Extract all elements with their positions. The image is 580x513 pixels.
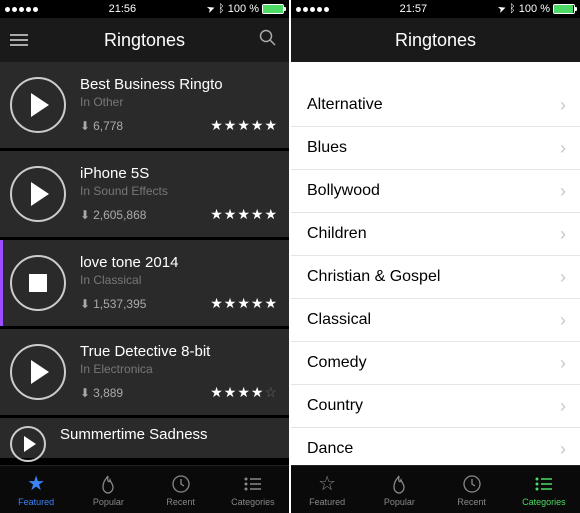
- chevron-right-icon: ›: [560, 310, 566, 331]
- clock-icon: [171, 473, 191, 495]
- tab-recent[interactable]: Recent: [436, 466, 508, 513]
- chevron-right-icon: ›: [560, 353, 566, 374]
- tab-recent[interactable]: Recent: [145, 466, 217, 513]
- status-bar: 21:57 ➤ ᛒ 100 %: [291, 0, 580, 18]
- status-time: 21:57: [400, 3, 428, 15]
- battery-icon: [553, 4, 575, 14]
- ringtone-category: In Classical: [80, 273, 277, 287]
- flame-icon: [99, 473, 117, 495]
- ringtone-list[interactable]: Best Business Ringto In Other ⬇6,778 ★★★…: [0, 62, 289, 465]
- ringtone-item[interactable]: True Detective 8-bit In Electronica ⬇3,8…: [0, 329, 289, 415]
- play-button[interactable]: [10, 426, 46, 462]
- flame-icon: [390, 473, 408, 495]
- list-icon: [243, 473, 263, 495]
- stop-icon: [29, 274, 47, 292]
- list-gap: [291, 62, 580, 84]
- tab-featured[interactable]: ☆ Featured: [291, 466, 363, 513]
- ringtone-item[interactable]: Best Business Ringto In Other ⬇6,778 ★★★…: [0, 62, 289, 148]
- header: Ringtones: [0, 18, 289, 62]
- tab-bar: ★ Featured Popular Recent Categories: [0, 465, 289, 513]
- tab-popular[interactable]: Popular: [363, 466, 435, 513]
- rating-stars: ★★★★☆: [210, 384, 277, 401]
- download-icon: ⬇: [80, 208, 90, 222]
- ringtone-title: True Detective 8-bit: [80, 343, 277, 360]
- ringtone-item[interactable]: iPhone 5S In Sound Effects ⬇2,605,868 ★★…: [0, 151, 289, 237]
- phone-left-featured: 21:56 ➤ ᛒ 100 % Ringtones Best Business …: [0, 0, 289, 513]
- ringtone-title: love tone 2014: [80, 254, 277, 271]
- download-count: ⬇2,605,868: [80, 208, 146, 222]
- play-icon: [24, 436, 36, 452]
- bluetooth-icon: ᛒ: [509, 3, 516, 15]
- download-count: ⬇1,537,395: [80, 297, 146, 311]
- tab-categories[interactable]: Categories: [508, 466, 580, 513]
- category-item[interactable]: Children›: [291, 213, 580, 256]
- category-item[interactable]: Blues›: [291, 127, 580, 170]
- clock-icon: [462, 473, 482, 495]
- ringtone-title: Summertime Sadness: [60, 426, 277, 443]
- status-bar: 21:56 ➤ ᛒ 100 %: [0, 0, 289, 18]
- category-item[interactable]: Christian & Gospel›: [291, 256, 580, 299]
- tab-popular[interactable]: Popular: [72, 466, 144, 513]
- list-icon: [534, 473, 554, 495]
- rating-stars: ★★★★★: [210, 117, 277, 134]
- rating-stars: ★★★★★: [210, 206, 277, 223]
- status-time: 21:56: [109, 3, 137, 15]
- ringtone-title: Best Business Ringto: [80, 76, 277, 93]
- chevron-right-icon: ›: [560, 224, 566, 245]
- ringtone-category: In Other: [80, 95, 277, 109]
- bluetooth-icon: ᛒ: [218, 3, 225, 15]
- category-item[interactable]: Dance›: [291, 428, 580, 465]
- page-title: Ringtones: [104, 30, 185, 51]
- battery-pct: 100 %: [228, 3, 259, 15]
- chevron-right-icon: ›: [560, 396, 566, 417]
- chevron-right-icon: ›: [560, 95, 566, 116]
- download-icon: ⬇: [80, 119, 90, 133]
- play-icon: [31, 93, 49, 117]
- ringtone-category: In Electronica: [80, 362, 277, 376]
- battery-icon: [262, 4, 284, 14]
- tab-featured[interactable]: ★ Featured: [0, 466, 72, 513]
- download-icon: ⬇: [80, 386, 90, 400]
- star-icon: ☆: [318, 473, 336, 495]
- battery-pct: 100 %: [519, 3, 550, 15]
- rating-stars: ★★★★★: [210, 295, 277, 312]
- category-item[interactable]: Classical›: [291, 299, 580, 342]
- category-item[interactable]: Bollywood›: [291, 170, 580, 213]
- signal-dots-icon: [5, 7, 38, 12]
- ringtone-title: iPhone 5S: [80, 165, 277, 182]
- download-icon: ⬇: [80, 297, 90, 311]
- chevron-right-icon: ›: [560, 439, 566, 460]
- ringtone-item[interactable]: Summertime Sadness: [0, 418, 289, 458]
- chevron-right-icon: ›: [560, 138, 566, 159]
- phone-right-categories: 21:57 ➤ ᛒ 100 % Ringtones Alternative› B…: [291, 0, 580, 513]
- menu-icon[interactable]: [10, 34, 28, 46]
- category-item[interactable]: Country›: [291, 385, 580, 428]
- location-icon: ➤: [205, 2, 217, 15]
- category-list[interactable]: Alternative› Blues› Bollywood› Children›…: [291, 62, 580, 465]
- play-button[interactable]: [10, 166, 66, 222]
- chevron-right-icon: ›: [560, 267, 566, 288]
- stop-button[interactable]: [10, 255, 66, 311]
- play-button[interactable]: [10, 344, 66, 400]
- search-icon[interactable]: [259, 29, 277, 52]
- star-icon: ★: [27, 473, 45, 495]
- tab-categories[interactable]: Categories: [217, 466, 289, 513]
- location-icon: ➤: [496, 2, 508, 15]
- tab-bar: ☆ Featured Popular Recent Categories: [291, 465, 580, 513]
- play-icon: [31, 182, 49, 206]
- signal-dots-icon: [296, 7, 329, 12]
- category-item[interactable]: Alternative›: [291, 84, 580, 127]
- chevron-right-icon: ›: [560, 181, 566, 202]
- play-icon: [31, 360, 49, 384]
- ringtone-category: In Sound Effects: [80, 184, 277, 198]
- download-count: ⬇6,778: [80, 119, 123, 133]
- header: Ringtones: [291, 18, 580, 62]
- category-item[interactable]: Comedy›: [291, 342, 580, 385]
- play-button[interactable]: [10, 77, 66, 133]
- ringtone-item-playing[interactable]: love tone 2014 In Classical ⬇1,537,395 ★…: [0, 240, 289, 326]
- page-title: Ringtones: [395, 30, 476, 51]
- download-count: ⬇3,889: [80, 386, 123, 400]
